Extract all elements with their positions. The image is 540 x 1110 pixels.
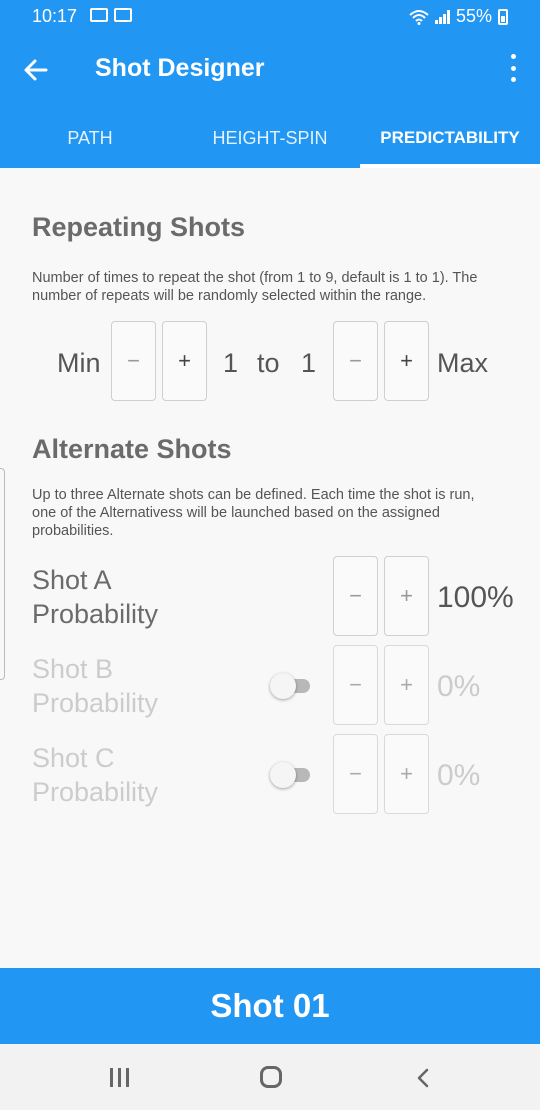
shot-b-increment-button[interactable]: + — [384, 645, 429, 725]
shot-a-label: Shot A Probability — [32, 565, 159, 629]
tab-bar: PATH HEIGHT-SPIN PREDICTABILITY — [0, 118, 540, 168]
shot-b-probability: 0% — [437, 670, 481, 703]
min-value: 1 — [223, 348, 239, 378]
tab-predictability[interactable]: PREDICTABILITY — [360, 118, 540, 168]
to-label: to — [257, 348, 280, 378]
email-notification-icon — [114, 8, 132, 22]
max-label: Max — [437, 348, 489, 378]
max-increment-button[interactable]: + — [384, 321, 429, 401]
predictability-panel: Repeating Shots Number of times to repea… — [0, 168, 540, 968]
tab-height-spin[interactable]: HEIGHT-SPIN — [180, 118, 360, 168]
shot-c-increment-button[interactable]: + — [384, 734, 429, 814]
home-icon[interactable] — [260, 1066, 282, 1088]
min-decrement-button[interactable]: − — [111, 321, 156, 401]
shot-b-label: Shot B Probability — [32, 654, 159, 718]
signal-icon — [434, 9, 450, 24]
shot-b-decrement-button[interactable]: − — [333, 645, 378, 725]
status-time: 10:17 — [32, 6, 78, 26]
wifi-icon — [409, 9, 429, 25]
alternate-shots-description: Up to three Alternate shots can be defin… — [32, 487, 475, 539]
shot-a-increment-button[interactable]: + — [384, 556, 429, 636]
email-notification-icon — [90, 8, 108, 22]
recent-apps-icon[interactable] — [110, 1068, 129, 1087]
status-right: 55% — [409, 6, 508, 27]
max-value: 1 — [301, 348, 317, 378]
shot-a-decrement-button[interactable]: − — [333, 556, 378, 636]
battery-icon — [498, 8, 508, 25]
shot-selector-button[interactable]: Shot 01 — [0, 968, 540, 1044]
app-bar: Shot Designer PATH HEIGHT-SPIN PREDICTAB… — [0, 32, 540, 168]
repeating-shots-title: Repeating Shots — [32, 212, 246, 242]
shot-c-toggle[interactable] — [270, 759, 312, 789]
max-decrement-button[interactable]: − — [333, 321, 378, 401]
min-increment-button[interactable]: + — [162, 321, 207, 401]
battery-percent: 55% — [455, 6, 492, 26]
back-arrow-icon[interactable] — [20, 54, 52, 86]
shot-b-toggle[interactable] — [270, 670, 312, 700]
tab-path[interactable]: PATH — [0, 118, 180, 168]
alternate-shots-title: Alternate Shots — [32, 434, 232, 464]
shot-c-probability: 0% — [437, 759, 481, 792]
system-nav-bar — [0, 1044, 540, 1110]
shot-a-probability: 100% — [437, 581, 514, 614]
page-title: Shot Designer — [95, 54, 265, 82]
status-bar: 10:17 55% — [0, 0, 540, 32]
shot-c-decrement-button[interactable]: − — [333, 734, 378, 814]
repeating-shots-description: Number of times to repeat the shot (from… — [32, 270, 478, 304]
shot-c-label: Shot C Probability — [32, 743, 159, 807]
more-options-icon[interactable] — [508, 54, 518, 82]
min-label: Min — [57, 348, 101, 378]
back-nav-icon[interactable] — [414, 1068, 432, 1088]
